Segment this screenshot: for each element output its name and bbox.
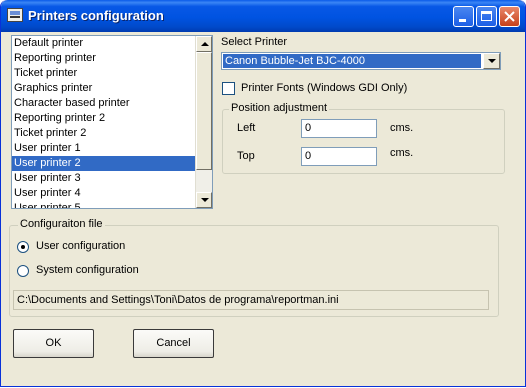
printer-list-item[interactable]: User printer 1 (12, 141, 196, 156)
left-label: Left (237, 122, 256, 134)
close-icon (504, 11, 515, 22)
printer-select-combo[interactable]: Canon Bubble-Jet BJC-4000 (221, 52, 501, 70)
printer-app-icon (7, 8, 23, 22)
top-unit: cms. (390, 147, 414, 159)
printers-config-window: Printers configuration Default printer Re… (0, 0, 526, 387)
printer-list-item[interactable]: User printer 3 (12, 171, 196, 186)
printer-list-item[interactable]: Reporting printer 2 (12, 111, 196, 126)
printer-list-item[interactable]: Character based printer (12, 96, 196, 111)
cancel-button[interactable]: Cancel (133, 329, 214, 358)
printer-list-item[interactable]: User printer 5 (12, 201, 196, 208)
printer-list-item[interactable]: User printer 2 (12, 156, 196, 171)
top-input[interactable]: 0 (301, 147, 377, 166)
printer-fonts-label: Printer Fonts (Windows GDI Only) (241, 82, 408, 94)
printer-list-items: Default printer Reporting printer Ticket p… (12, 36, 196, 208)
printer-listbox[interactable]: Default printer Reporting printer Ticket p… (11, 35, 213, 209)
minimize-button[interactable] (453, 6, 474, 27)
printer-list-item[interactable]: Default printer (12, 36, 196, 51)
left-input[interactable]: 0 (301, 119, 377, 138)
system-config-label: System configuration (36, 264, 139, 276)
arrow-down-icon (201, 198, 209, 202)
window-title: Printers configuration (28, 8, 164, 23)
config-file-path: C:\Documents and Settings\Toni\Datos de … (13, 290, 489, 310)
scroll-down-button[interactable] (196, 192, 212, 208)
scroll-up-button[interactable] (196, 36, 212, 52)
user-config-label: User configuration (36, 240, 126, 252)
select-printer-label: Select Printer (221, 36, 288, 48)
close-button[interactable] (499, 6, 520, 27)
printer-list-item[interactable]: Graphics printer (12, 81, 196, 96)
printer-fonts-checkbox[interactable] (222, 82, 235, 95)
user-config-radio[interactable] (17, 241, 29, 253)
printer-list-item[interactable]: Reporting printer (12, 51, 196, 66)
printer-list-item[interactable]: Ticket printer 2 (12, 126, 196, 141)
printer-select-value: Canon Bubble-Jet BJC-4000 (223, 54, 481, 68)
printer-list-item[interactable]: User printer 4 (12, 186, 196, 201)
config-file-title: Configuraiton file (18, 218, 105, 230)
combo-dropdown-button[interactable] (483, 53, 500, 69)
maximize-button[interactable] (476, 6, 497, 27)
position-adjustment-title: Position adjustment (229, 102, 329, 114)
chevron-down-icon (488, 59, 496, 63)
ok-button[interactable]: OK (13, 329, 94, 358)
scroll-thumb[interactable] (196, 52, 212, 170)
arrow-up-icon (201, 42, 209, 46)
top-label: Top (237, 150, 255, 162)
left-unit: cms. (390, 122, 414, 134)
listbox-scrollbar[interactable] (195, 36, 212, 208)
printer-list-item[interactable]: Ticket printer (12, 66, 196, 81)
title-bar[interactable]: Printers configuration (1, 0, 525, 32)
system-config-radio[interactable] (17, 265, 29, 277)
